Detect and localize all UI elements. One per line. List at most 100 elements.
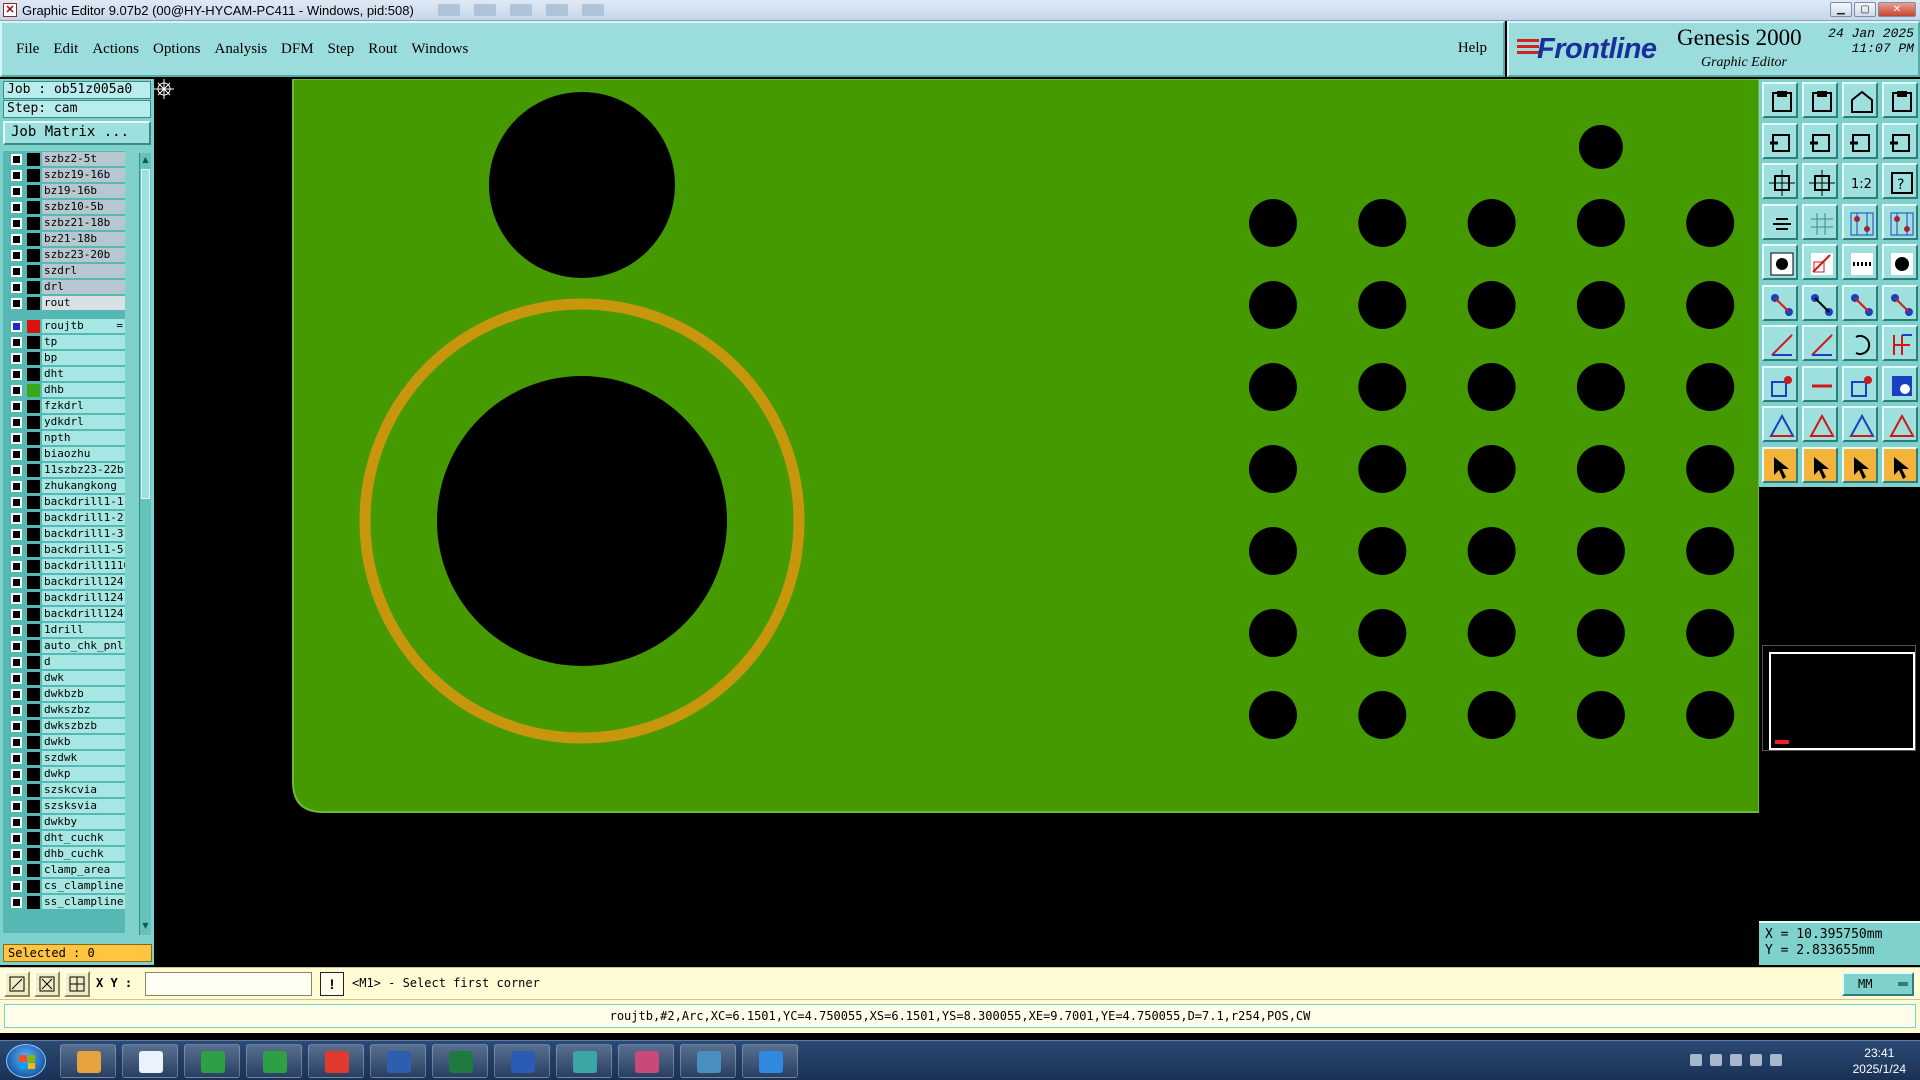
overview-window[interactable] — [1762, 645, 1916, 751]
taskbar-app-9[interactable] — [618, 1044, 674, 1078]
taskbar-app-2[interactable] — [184, 1044, 240, 1078]
layer-checkbox[interactable] — [11, 721, 22, 732]
board-view[interactable] — [154, 79, 1759, 965]
draw-arc-button[interactable] — [1842, 325, 1878, 361]
layer-checkbox[interactable] — [11, 154, 22, 165]
layer-name[interactable]: cs_clampline — [42, 879, 125, 893]
layer-row[interactable]: szbz23-20b — [3, 247, 125, 263]
layer-row[interactable]: dwkb — [3, 734, 125, 750]
tray-arrow-icon[interactable] — [1730, 1054, 1742, 1066]
menu-options[interactable]: Options — [153, 41, 201, 58]
step-repeat-button[interactable] — [1882, 122, 1918, 159]
layer-row[interactable]: biaozhu — [3, 446, 125, 462]
draw-slash-button[interactable] — [1802, 325, 1838, 361]
layer-checkbox[interactable] — [11, 513, 22, 524]
layer-name[interactable]: ydkdrl — [42, 415, 125, 429]
layer-checkbox[interactable] — [11, 897, 22, 908]
layer-row[interactable]: tp — [3, 334, 125, 350]
layer-row[interactable]: dhb — [3, 382, 125, 398]
layer-scrollbar[interactable]: ▲ ▼ — [139, 153, 151, 935]
pad-button[interactable] — [1762, 244, 1798, 280]
layer-checkbox[interactable] — [11, 497, 22, 508]
layer-checkbox[interactable] — [11, 705, 22, 716]
layer-name[interactable]: dwkszbzb — [42, 719, 125, 733]
layer-name[interactable]: dwkby — [42, 815, 125, 829]
layer-row[interactable]: clamp_area — [3, 862, 125, 878]
layer-row[interactable]: dwkby — [3, 814, 125, 830]
layer-row[interactable]: bz19-16b — [3, 183, 125, 199]
taskbar-app-3[interactable] — [246, 1044, 302, 1078]
triangle-button[interactable] — [1762, 406, 1798, 442]
layer-row[interactable]: szbz21-18b — [3, 215, 125, 231]
horizontal-line-button[interactable] — [1802, 365, 1838, 402]
layer-checkbox[interactable] — [11, 657, 22, 668]
layer-checkbox[interactable] — [11, 481, 22, 492]
layer-checkbox[interactable] — [11, 865, 22, 876]
snap-right-button[interactable] — [1802, 122, 1838, 159]
layer-row[interactable]: backdrill1-2 — [3, 510, 125, 526]
menu-rout[interactable]: Rout — [368, 41, 397, 58]
tray-display-icon[interactable] — [1770, 1054, 1782, 1066]
tray-network-icon[interactable] — [1690, 1054, 1702, 1066]
layer-name[interactable]: szdwk — [42, 751, 125, 765]
menu-windows[interactable]: Windows — [411, 41, 468, 58]
layer-checkbox[interactable] — [11, 801, 22, 812]
layer-name[interactable]: dwkb — [42, 735, 125, 749]
layer-row[interactable]: szbz10-5b — [3, 199, 125, 215]
layer-name[interactable]: szbz19-16b — [42, 168, 125, 182]
select-net-button[interactable] — [1882, 446, 1918, 483]
tray-help-icon[interactable] — [1710, 1054, 1722, 1066]
layer-row[interactable]: dhb_cuchk — [3, 846, 125, 862]
layer-row[interactable]: drl — [3, 279, 125, 295]
layer-checkbox[interactable] — [11, 593, 22, 604]
layer-checkbox[interactable] — [11, 337, 22, 348]
layer-checkbox[interactable] — [11, 561, 22, 572]
layer-checkbox[interactable] — [11, 753, 22, 764]
layer-checkbox[interactable] — [11, 218, 22, 229]
layer-name[interactable]: tp — [42, 335, 125, 349]
job-matrix-button[interactable]: Job Matrix ... — [3, 121, 151, 145]
layer-row[interactable]: szbz19-16b — [3, 167, 125, 183]
start-button[interactable] — [6, 1044, 46, 1078]
taskbar-app-8[interactable] — [556, 1044, 612, 1078]
layer-row[interactable]: dht — [3, 366, 125, 382]
layer-checkbox[interactable] — [11, 298, 22, 309]
taskbar-app-4[interactable] — [308, 1044, 364, 1078]
layer-name[interactable]: roujtb = — [42, 319, 125, 333]
move-node-button[interactable] — [1842, 284, 1878, 321]
layer-name[interactable]: szdrl — [42, 264, 125, 278]
layer-row[interactable]: backdrill124 — [3, 590, 125, 606]
layer-name[interactable]: dwkszbz — [42, 703, 125, 717]
tray-flag-icon[interactable] — [1750, 1054, 1762, 1066]
add-node-button[interactable] — [1762, 284, 1798, 321]
layer-name[interactable]: npth — [42, 431, 125, 445]
layer-name[interactable]: szbz21-18b — [42, 216, 125, 230]
clock[interactable]: 23:41 2025/1/24 — [1853, 1045, 1906, 1077]
taskbar-app-0[interactable] — [60, 1044, 116, 1078]
layer-checkbox[interactable] — [11, 577, 22, 588]
layer-row[interactable]: npth — [3, 430, 125, 446]
layer-name[interactable]: dwk — [42, 671, 125, 685]
layer-checkbox[interactable] — [11, 849, 22, 860]
layer-checkbox[interactable] — [11, 817, 22, 828]
layer-row[interactable]: roujtb = — [3, 318, 125, 334]
layer-checkbox[interactable] — [11, 250, 22, 261]
select-touch-button[interactable] — [1842, 446, 1878, 483]
shapes-button[interactable] — [1882, 365, 1918, 402]
mirror-button[interactable] — [1842, 122, 1878, 159]
layer-name[interactable]: zhukangkong — [42, 479, 125, 493]
layer-row[interactable]: rout — [3, 295, 125, 311]
layer-checkbox[interactable] — [11, 769, 22, 780]
layer-row[interactable]: 1drill — [3, 622, 125, 638]
layer-checkbox[interactable] — [11, 353, 22, 364]
layer-name[interactable]: bp — [42, 351, 125, 365]
layer-checkbox[interactable] — [11, 625, 22, 636]
layer-name[interactable]: backdrill1-1 — [42, 495, 125, 509]
scale-1-2-button[interactable]: 1:2 — [1842, 163, 1878, 199]
layer-name[interactable]: backdrill1110 — [42, 559, 125, 573]
arch-button[interactable] — [1842, 406, 1878, 442]
layer-row[interactable]: ydkdrl — [3, 414, 125, 430]
select-box-button[interactable] — [1802, 446, 1838, 483]
layer-checkbox[interactable] — [11, 785, 22, 796]
select-arrow-button[interactable] — [1762, 446, 1798, 483]
